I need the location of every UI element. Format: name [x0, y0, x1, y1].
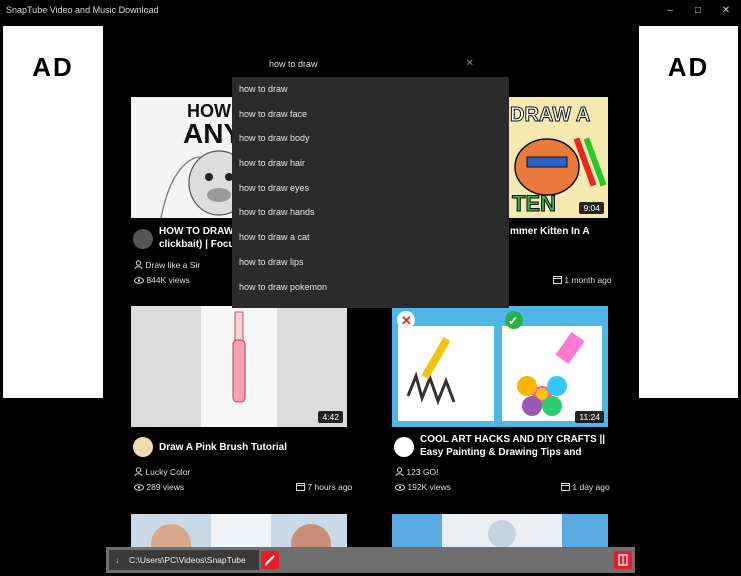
thumbnail-art-6 — [392, 514, 608, 547]
download-path-field[interactable]: ↓ C:\Users\PC\Videos\SnapTube — [109, 550, 259, 570]
suggestion-item[interactable]: how to draw eyes — [232, 176, 509, 201]
open-folder-button[interactable] — [614, 551, 632, 569]
suggestion-item[interactable]: how to draw body — [232, 126, 509, 151]
upload-age-4: 1 day ago — [572, 482, 610, 492]
search-input[interactable]: how to draw ✕ — [262, 55, 482, 73]
title-bar: SnapTube Video and Music Download – □ ✕ — [0, 0, 741, 22]
ad-left[interactable]: AD — [3, 26, 103, 398]
video-title-4-line1: COOL ART HACKS AND DIY CRAFTS || — [420, 434, 606, 445]
view-count-1: 844K views — [146, 275, 190, 285]
suggestion-item[interactable]: how to draw pokemon — [232, 275, 509, 300]
person-icon — [134, 467, 143, 478]
svg-text:DRAW A: DRAW A — [510, 104, 590, 126]
video-duration-2: 9:04 — [579, 202, 604, 214]
calendar-icon — [553, 275, 562, 286]
views-row-4: 192K views — [395, 482, 451, 493]
video-thumbnail-4[interactable]: ✕ ✓ 11:24 — [392, 306, 608, 427]
video-title-4[interactable]: COOL ART HACKS AND DIY CRAFTS || Easy Pa… — [420, 433, 620, 459]
upload-age-2: 1 month ago — [564, 275, 612, 285]
calendar-icon — [296, 482, 305, 493]
app-title: SnapTube Video and Music Download — [6, 5, 159, 15]
video-title-4-line2: Easy Painting & Drawing Tips and — [420, 447, 582, 458]
maximize-icon[interactable]: □ — [688, 3, 708, 18]
suggestion-item[interactable]: how to draw — [232, 77, 509, 102]
ad-right-label: AD — [667, 52, 710, 82]
eye-icon — [395, 483, 405, 493]
channel-row-4[interactable]: 123 GO! — [395, 467, 439, 478]
clear-search-icon[interactable]: ✕ — [466, 58, 474, 69]
eye-icon — [134, 483, 144, 493]
download-icon: ↓ — [115, 555, 120, 565]
search-value: how to draw — [269, 59, 318, 69]
svg-text:TEN: TEN — [512, 191, 556, 216]
download-path: C:\Users\PC\Videos\SnapTube — [129, 555, 246, 565]
video-thumbnail-3[interactable]: 4:42 — [131, 306, 347, 427]
open-folder-icon — [618, 554, 628, 566]
suggestion-item[interactable]: how to draw hair — [232, 151, 509, 176]
views-row-1: 844K views — [134, 275, 190, 286]
video-duration-4: 11:24 — [575, 411, 604, 423]
pencil-icon — [265, 555, 275, 566]
video-duration-3: 4:42 — [318, 411, 343, 423]
search-suggestions: how to draw how to draw face how to draw… — [232, 77, 509, 308]
calendar-icon — [561, 482, 570, 493]
edit-path-button[interactable] — [261, 551, 279, 569]
close-icon[interactable]: ✕ — [716, 3, 736, 18]
channel-row-1[interactable]: Draw like a Sir — [134, 260, 200, 271]
ad-left-label: AD — [32, 52, 74, 82]
age-row-2: 1 month ago — [553, 275, 612, 286]
video-title-2[interactable]: mmer Kitten In A — [510, 225, 610, 238]
suggestion-item[interactable]: how to draw a cat — [232, 225, 509, 250]
eye-icon — [134, 276, 144, 286]
channel-name-1: Draw like a Sir — [145, 260, 201, 270]
channel-avatar-1[interactable] — [133, 229, 153, 249]
view-count-3: 289 views — [146, 482, 185, 492]
video-thumbnail-5[interactable] — [131, 514, 347, 547]
upload-age-3: 7 hours ago — [307, 482, 353, 492]
channel-name-4: 123 GO! — [406, 467, 439, 477]
suggestion-item[interactable]: how to draw hands — [232, 200, 509, 225]
channel-avatar-4[interactable] — [394, 437, 414, 457]
person-icon — [134, 260, 143, 271]
age-row-3: 7 hours ago — [296, 482, 352, 493]
view-count-4: 192K views — [407, 482, 451, 492]
svg-text:✕: ✕ — [401, 313, 412, 328]
thumbnail-art-4: ✕ ✓ — [392, 306, 608, 427]
svg-text:✓: ✓ — [508, 314, 518, 328]
thumbnail-art-5 — [131, 514, 347, 547]
person-icon — [395, 467, 404, 478]
video-thumbnail-6[interactable] — [392, 514, 608, 547]
channel-name-3: Lucky Color — [145, 467, 191, 477]
age-row-4: 1 day ago — [561, 482, 610, 493]
channel-row-3[interactable]: Lucky Color — [134, 467, 190, 478]
ad-right[interactable]: AD — [639, 26, 738, 398]
main-content: AD AD how to draw ✕ HOW TO ANYT HOW TO D — [0, 22, 741, 576]
thumbnail-art-3 — [131, 306, 347, 427]
download-bar: ↓ C:\Users\PC\Videos\SnapTube — [106, 547, 635, 573]
suggestion-item[interactable]: how to draw lips — [232, 250, 509, 275]
video-title-3[interactable]: Draw A Pink Brush Tutorial — [159, 441, 349, 454]
views-row-3: 289 views — [134, 482, 184, 493]
suggestion-item[interactable]: how to draw face — [232, 102, 509, 127]
channel-avatar-3[interactable] — [133, 437, 153, 457]
minimize-icon[interactable]: – — [660, 3, 680, 18]
